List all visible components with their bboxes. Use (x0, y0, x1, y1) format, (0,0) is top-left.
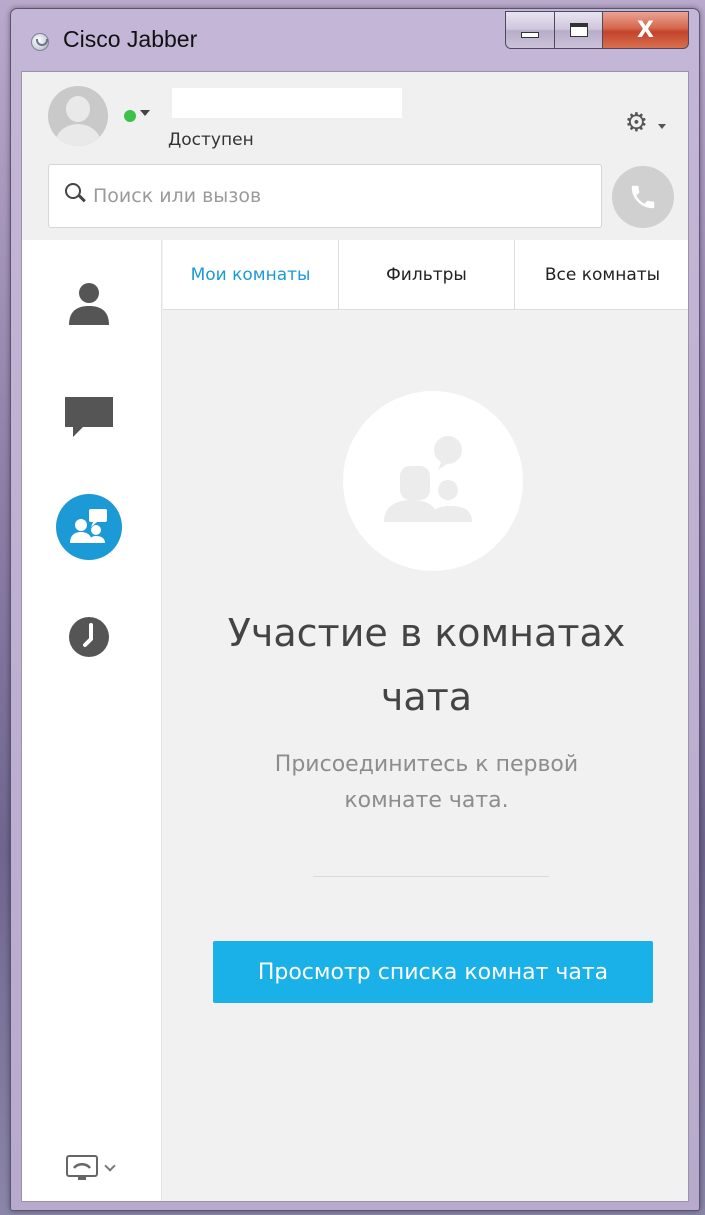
gear-icon[interactable]: ⚙ (625, 110, 648, 136)
chat-rooms-active-indicator (56, 494, 122, 560)
room-tabs: Мои комнаты Фильтры Все комнаты (163, 240, 688, 310)
window-title: Cisco Jabber (63, 26, 198, 52)
jabber-logo-icon (31, 33, 49, 51)
close-button[interactable]: X (603, 11, 689, 49)
title-bar[interactable]: Cisco Jabber X (11, 9, 699, 71)
phone-control-icon (66, 1155, 98, 1180)
status-available-icon[interactable] (124, 110, 136, 122)
chevron-down-icon (104, 1160, 116, 1172)
search-icon (63, 181, 93, 211)
empty-state-subtitle: Присоединитесь к первой комнате чата. (274, 752, 579, 813)
sidebar-item-chat-rooms[interactable] (54, 492, 124, 562)
sidebar (22, 240, 162, 1201)
maximize-icon (569, 23, 588, 37)
window-controls: X (505, 11, 689, 49)
minimize-button[interactable] (505, 11, 555, 49)
username-redacted (172, 88, 402, 118)
chat-rooms-icon (70, 509, 107, 543)
settings-dropdown-icon[interactable] (658, 124, 666, 129)
call-button[interactable] (612, 166, 674, 228)
tab-all-rooms[interactable]: Все комнаты (515, 240, 688, 309)
phone-control-menu[interactable] (64, 1153, 116, 1183)
close-icon: X (637, 17, 654, 43)
sidebar-item-recents[interactable] (54, 602, 124, 672)
hero-illustration (343, 391, 523, 571)
sidebar-item-contacts[interactable] (54, 268, 124, 338)
browse-chat-rooms-button[interactable]: Просмотр списка комнат чата (213, 941, 653, 1003)
empty-state-title: Участие в комнатах чата (227, 611, 626, 719)
header: Доступен ⚙ (22, 72, 688, 240)
sidebar-item-chats[interactable] (54, 382, 124, 452)
maximize-button[interactable] (555, 11, 603, 49)
tab-my-rooms[interactable]: Мои комнаты (163, 240, 339, 309)
app-content: Доступен ⚙ Поиск или вызов Мои комнаты Ф… (21, 71, 689, 1202)
minimize-icon (521, 32, 539, 38)
divider (313, 876, 549, 877)
app-window: Cisco Jabber X Доступен ⚙ Поиск или вызо… (10, 8, 700, 1211)
search-input[interactable] (93, 176, 573, 216)
person-icon (69, 283, 109, 325)
phone-icon (631, 185, 655, 209)
avatar[interactable] (48, 86, 108, 146)
search-box[interactable] (48, 164, 602, 228)
status-text[interactable]: Доступен (168, 130, 254, 150)
empty-state: Участие в комнатах чата Присоединитесь к… (163, 311, 688, 1201)
chat-bubble-icon (65, 397, 113, 437)
status-dropdown-icon[interactable] (140, 110, 150, 116)
clock-icon (69, 617, 109, 657)
chat-rooms-illustration-icon (384, 436, 472, 522)
tab-filters[interactable]: Фильтры (339, 240, 515, 309)
